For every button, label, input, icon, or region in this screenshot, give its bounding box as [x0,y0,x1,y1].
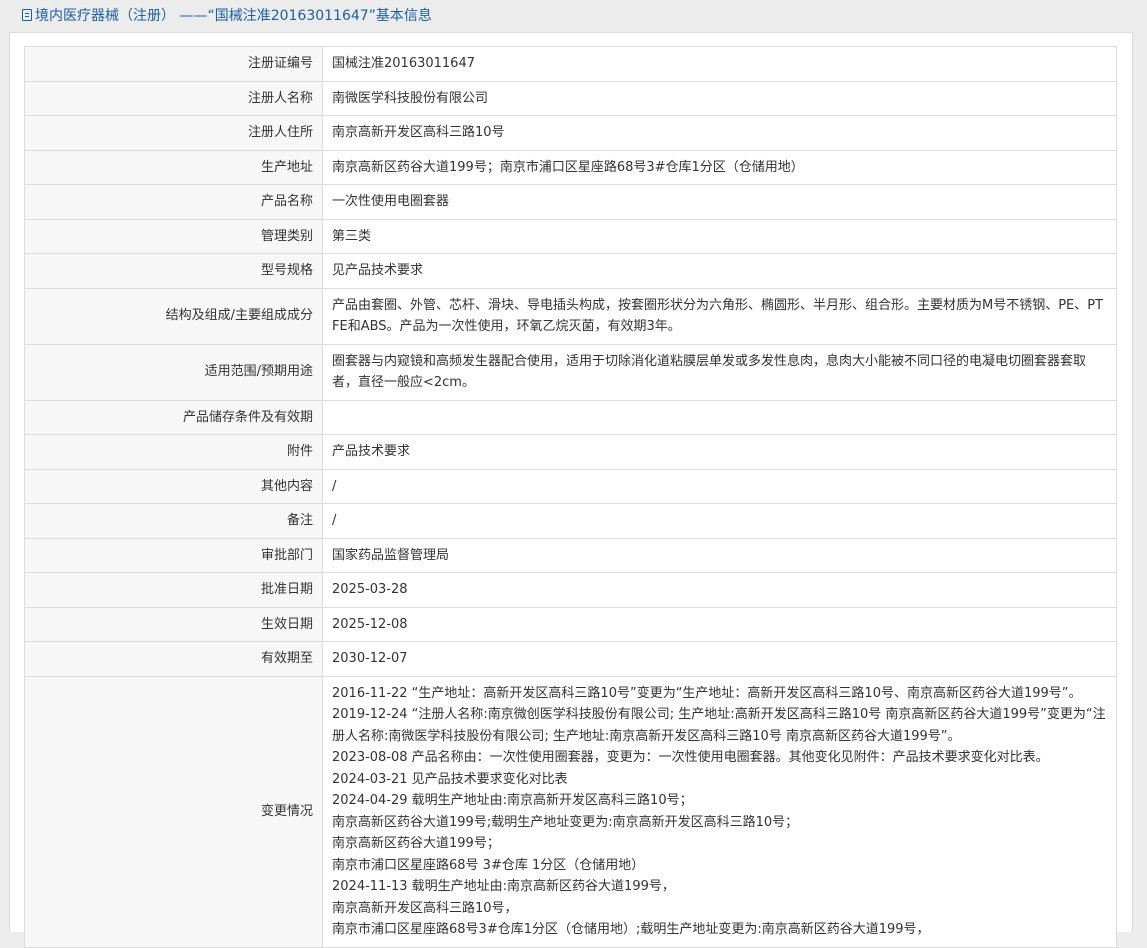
document-icon [22,9,32,21]
change-entry: 南京高新开发区高科三路10号， [332,900,518,916]
change-entry: 2024-04-29 载明生产地址由:南京高新开发区高科三路10号； [332,793,693,808]
table-row: 备注 / [24,503,1117,539]
page-title: 境内医疗器械（注册） ——“国械注准20163011647”基本信息 [35,8,432,24]
field-label: 有效期至 [24,641,323,677]
table-row-changes: 变更情况 2016-11-22 “生产地址：高新开发区高科三路10号”变更为“生… [24,675,1117,948]
table-row: 型号规格 见产品技术要求 [24,253,1117,289]
table-row: 附件 产品技术要求 [24,434,1117,470]
field-label: 产品储存条件及有效期 [24,399,323,435]
field-value: / [322,503,1117,539]
field-value: 南京高新开发区高科三路10号 [322,115,1117,151]
field-value [322,399,1117,435]
table-row: 有效期至 2030-12-07 [24,641,1117,677]
field-value: 南微医学科技股份有限公司 [322,80,1117,116]
change-entry: 南京高新区药谷大道199号； [332,836,500,851]
field-label: 管理类别 [24,218,323,254]
table-row: 生效日期 2025-12-08 [24,606,1117,642]
table-row: 适用范围/预期用途 圈套器与内窥镜和高频发生器配合使用，适用于切除消化道粘膜层单发… [24,343,1117,401]
change-entry: 2019-12-24 “注册人名称:南京微创医学科技股份有限公司; 生产地址:高… [332,707,1106,744]
table-row: 批准日期 2025-03-28 [24,572,1117,608]
field-label: 结构及组成/主要组成成分 [24,287,323,345]
table-row: 注册人住所 南京高新开发区高科三路10号 [24,115,1117,151]
change-history: 2016-11-22 “生产地址：高新开发区高科三路10号”变更为“生产地址：高… [322,675,1117,948]
field-value: 一次性使用电圈套器 [322,184,1117,220]
table-row: 结构及组成/主要组成成分 产品由套圈、外管、芯杆、滑块、导电插头构成，按套圈形状分… [24,287,1117,345]
field-label: 批准日期 [24,572,323,608]
change-entry: 2024-03-21 见产品技术要求变化对比表 [332,771,568,787]
change-entry: 南京市浦口区星座路68号 3#仓库 1分区（仓储用地） [332,857,645,873]
field-value: 国家药品监督管理局 [322,537,1117,573]
table-row: 注册证编号 国械注准20163011647 [24,46,1117,82]
field-label: 审批部门 [24,537,323,573]
table-row: 产品储存条件及有效期 [24,399,1117,435]
field-label: 附件 [24,434,323,470]
field-value: 2030-12-07 [322,641,1117,677]
table-row: 产品名称 一次性使用电圈套器 [24,184,1117,220]
change-entry: 南京市浦口区星座路68号3#仓库1分区（仓储用地）;载明生产地址变更为:南京高新… [332,922,930,937]
table-row: 管理类别 第三类 [24,218,1117,254]
field-value: / [322,468,1117,504]
table-row: 注册人名称 南微医学科技股份有限公司 [24,80,1117,116]
field-label: 注册人名称 [24,80,323,116]
field-label: 型号规格 [24,253,323,289]
field-value: 南京高新区药谷大道199号；南京市浦口区星座路68号3#仓库1分区（仓储用地） [322,149,1117,185]
table-row: 生产地址 南京高新区药谷大道199号；南京市浦口区星座路68号3#仓库1分区（仓储… [24,149,1117,185]
field-value: 2025-03-28 [322,572,1117,608]
field-value: 圈套器与内窥镜和高频发生器配合使用，适用于切除消化道粘膜层单发或多发性息肉，息肉… [322,343,1117,401]
field-value: 产品技术要求 [322,434,1117,470]
field-label: 注册证编号 [24,46,323,82]
change-entry: 2024-11-13 载明生产地址由:南京高新区药谷大道199号， [332,879,675,894]
field-value: 2025-12-08 [322,606,1117,642]
field-label: 变更情况 [24,675,323,948]
field-label: 适用范围/预期用途 [24,343,323,401]
table-row: 其他内容 / [24,468,1117,504]
change-entry: 2016-11-22 “生产地址：高新开发区高科三路10号”变更为“生产地址：高… [332,685,1082,701]
field-label: 生效日期 [24,606,323,642]
field-label: 备注 [24,503,323,539]
info-table: 注册证编号 国械注准20163011647 注册人名称 南微医学科技股份有限公司 注… [24,46,1117,948]
field-value: 第三类 [322,218,1117,254]
info-panel: 注册证编号 国械注准20163011647 注册人名称 南微医学科技股份有限公司 注… [9,32,1133,948]
change-entry: 2023-08-08 产品名称由：一次性使用圈套器，变更为：一次性使用电圈套器。… [332,750,1049,765]
field-value: 国械注准20163011647 [322,46,1117,82]
field-value: 产品由套圈、外管、芯杆、滑块、导电插头构成，按套圈形状分为六角形、椭圆形、半月形… [322,287,1117,345]
change-entry: 南京高新区药谷大道199号;载明生产地址变更为:南京高新开发区高科三路10号； [332,814,799,830]
field-label: 注册人住所 [24,115,323,151]
page-header: 境内医疗器械（注册） ——“国械注准20163011647”基本信息 [0,0,1147,32]
table-row: 审批部门 国家药品监督管理局 [24,537,1117,573]
field-label: 生产地址 [24,149,323,185]
field-label: 产品名称 [24,184,323,220]
field-value: 见产品技术要求 [322,253,1117,289]
field-label: 其他内容 [24,468,323,504]
